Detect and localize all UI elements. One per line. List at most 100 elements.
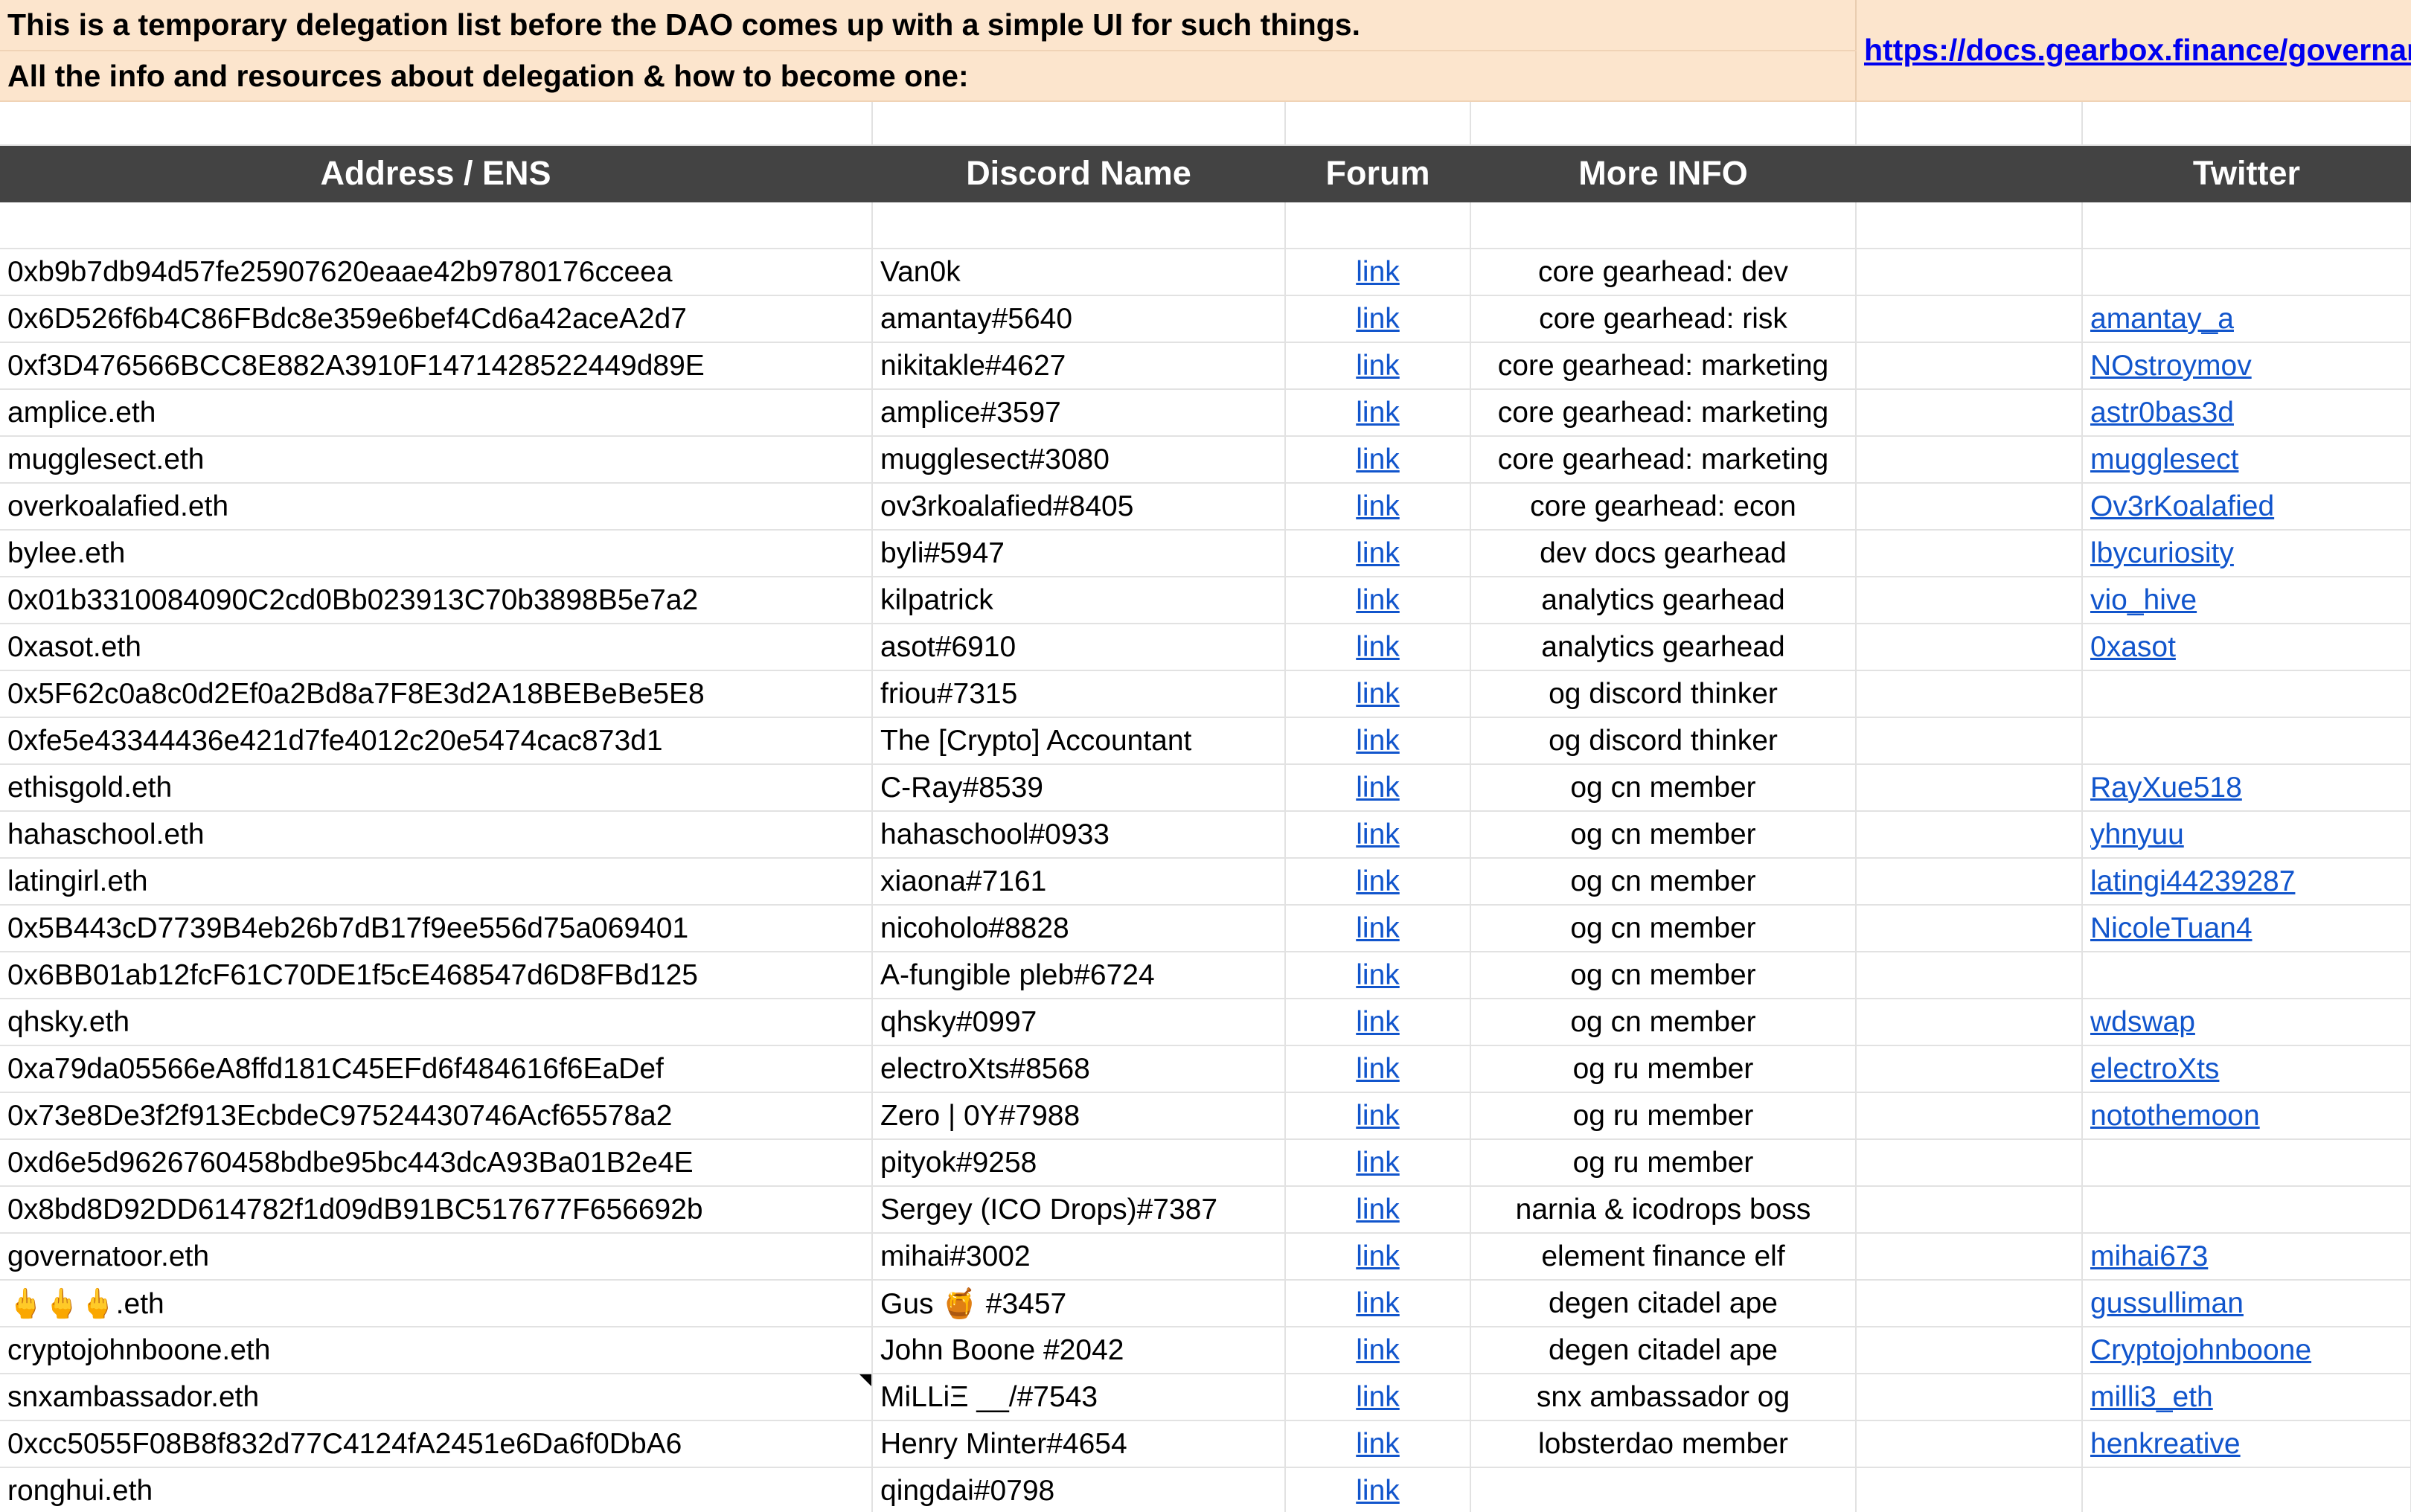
address-cell[interactable]: 🖕🖕🖕.eth [0, 1280, 873, 1327]
forum-cell[interactable]: link [1285, 1186, 1471, 1234]
twitter-cell[interactable]: RayXue518 [2082, 764, 2411, 812]
table-row[interactable]: 0xa79da05566eA8ffd181C45EFd6f484616f6EaD… [0, 1045, 2411, 1093]
twitter-cell[interactable]: henkreative [2082, 1420, 2411, 1468]
twitter-cell-link[interactable]: wdswap [2090, 1006, 2195, 1038]
twitter-cell[interactable]: astr0bas3d [2082, 389, 2411, 437]
table-row[interactable]: 0x6BB01ab12fcF61C70DE1f5cE468547d6D8FBd1… [0, 952, 2411, 999]
more-info-cell[interactable]: element finance elf [1470, 1233, 1857, 1281]
extra-cell[interactable] [1856, 1467, 2083, 1512]
forum-cell-link[interactable]: link [1356, 725, 1400, 757]
table-row[interactable]: 0x5B443cD7739B4eb26b7dB17f9ee556d75a0694… [0, 905, 2411, 952]
forum-cell[interactable]: link [1285, 436, 1471, 484]
table-row[interactable]: 0xd6e5d9626760458bdbe95bc443dcA93Ba01B2e… [0, 1139, 2411, 1187]
forum-cell-link[interactable]: link [1356, 959, 1400, 991]
discord-cell[interactable]: Gus 🍯 #3457 [872, 1280, 1286, 1327]
forum-cell[interactable]: link [1285, 483, 1471, 531]
header-extra[interactable] [1856, 145, 2083, 202]
address-cell[interactable]: 0x01b3310084090C2cd0Bb023913C70b3898B5e7… [0, 577, 873, 624]
discord-cell[interactable]: kilpatrick [872, 577, 1286, 624]
more-info-cell[interactable]: core gearhead: marketing [1470, 436, 1857, 484]
twitter-cell[interactable]: electroXts [2082, 1045, 2411, 1093]
twitter-cell[interactable]: Ov3rKoalafied [2082, 483, 2411, 531]
more-info-cell[interactable]: narnia & icodrops boss [1470, 1186, 1857, 1234]
forum-cell[interactable]: link [1285, 1092, 1471, 1140]
table-row[interactable]: 0x01b3310084090C2cd0Bb023913C70b3898B5e7… [0, 577, 2411, 624]
twitter-cell-link[interactable]: lbycuriosity [2090, 537, 2234, 569]
empty-cell[interactable] [872, 101, 1286, 146]
twitter-cell[interactable]: NOstroymov [2082, 342, 2411, 390]
forum-cell-link[interactable]: link [1356, 1053, 1400, 1085]
address-cell[interactable]: ronghui.eth [0, 1467, 873, 1512]
forum-cell[interactable]: link [1285, 1467, 1471, 1512]
forum-cell[interactable]: link [1285, 389, 1471, 437]
extra-cell[interactable] [1856, 577, 2083, 624]
forum-cell-link[interactable]: link [1356, 537, 1400, 569]
forum-cell[interactable]: link [1285, 1420, 1471, 1468]
header-discord[interactable]: Discord Name [872, 145, 1286, 202]
twitter-cell-link[interactable]: Cryptojohnboone [2090, 1334, 2311, 1366]
extra-cell[interactable] [1856, 811, 2083, 859]
address-cell[interactable]: 0xa79da05566eA8ffd181C45EFd6f484616f6EaD… [0, 1045, 873, 1093]
discord-cell[interactable]: C-Ray#8539 [872, 764, 1286, 812]
twitter-cell[interactable]: yhnyuu [2082, 811, 2411, 859]
forum-cell-link[interactable]: link [1356, 819, 1400, 850]
forum-cell[interactable]: link [1285, 249, 1471, 296]
discord-cell[interactable]: qhsky#0997 [872, 999, 1286, 1046]
extra-cell[interactable] [1856, 483, 2083, 531]
more-info-cell[interactable]: analytics gearhead [1470, 624, 1857, 671]
twitter-cell-link[interactable]: amantay_a [2090, 303, 2234, 335]
forum-cell-link[interactable]: link [1356, 912, 1400, 944]
extra-cell[interactable] [1856, 670, 2083, 718]
table-row[interactable]: latingirl.eth xiaona#7161 link og cn member… [0, 858, 2411, 906]
table-row[interactable]: 0xfe5e43344436e421d7fe4012c20e5474cac873… [0, 717, 2411, 765]
extra-cell[interactable] [1856, 530, 2083, 577]
extra-cell[interactable] [1856, 1139, 2083, 1187]
twitter-cell[interactable] [2082, 1467, 2411, 1512]
comment-indicator-icon[interactable] [859, 1374, 871, 1386]
forum-cell[interactable]: link [1285, 670, 1471, 718]
address-cell[interactable]: 0xasot.eth [0, 624, 873, 671]
address-cell[interactable]: latingirl.eth [0, 858, 873, 906]
forum-cell-link[interactable]: link [1356, 256, 1400, 288]
twitter-cell[interactable]: 0xasot [2082, 624, 2411, 671]
more-info-cell[interactable]: degen citadel ape [1470, 1327, 1857, 1374]
twitter-cell-link[interactable]: NOstroymov [2090, 350, 2252, 382]
address-cell[interactable]: 0x5F62c0a8c0d2Ef0a2Bd8a7F8E3d2A18BEBeBe5… [0, 670, 873, 718]
twitter-cell-link[interactable]: milli3_eth [2090, 1381, 2213, 1413]
more-info-cell[interactable]: core gearhead: marketing [1470, 389, 1857, 437]
forum-cell-link[interactable]: link [1356, 350, 1400, 382]
discord-cell[interactable]: pityok#9258 [872, 1139, 1286, 1187]
header-address[interactable]: Address / ENS [0, 145, 873, 202]
forum-cell[interactable]: link [1285, 295, 1471, 343]
forum-cell[interactable]: link [1285, 764, 1471, 812]
forum-cell-link[interactable]: link [1356, 865, 1400, 897]
twitter-cell-link[interactable]: notothemoon [2090, 1100, 2260, 1132]
extra-cell[interactable] [1856, 389, 2083, 437]
twitter-cell[interactable]: mihai673 [2082, 1233, 2411, 1281]
forum-cell-link[interactable]: link [1356, 1287, 1400, 1319]
extra-cell[interactable] [1856, 858, 2083, 906]
docs-link-cell[interactable]: https://docs.gearbox.finance/governance/… [1855, 0, 2411, 102]
discord-cell[interactable]: nicoholo#8828 [872, 905, 1286, 952]
table-row[interactable]: amplice.eth amplice#3597 link core gearhead… [0, 389, 2411, 437]
table-row[interactable]: qhsky.eth qhsky#0997 link og cn member wdswa… [0, 999, 2411, 1046]
address-cell[interactable]: 0xfe5e43344436e421d7fe4012c20e5474cac873… [0, 717, 873, 765]
discord-cell[interactable]: A-fungible pleb#6724 [872, 952, 1286, 999]
empty-cell[interactable] [2082, 202, 2411, 249]
discord-cell[interactable]: hahaschool#0933 [872, 811, 1286, 859]
twitter-cell[interactable]: wdswap [2082, 999, 2411, 1046]
table-row[interactable]: hahaschool.eth hahaschool#0933 link og cn m… [0, 811, 2411, 859]
forum-cell-link[interactable]: link [1356, 678, 1400, 710]
empty-cell[interactable] [1470, 101, 1857, 146]
discord-cell[interactable]: mihai#3002 [872, 1233, 1286, 1281]
extra-cell[interactable] [1856, 1374, 2083, 1421]
more-info-cell[interactable]: og cn member [1470, 905, 1857, 952]
discord-cell[interactable]: Henry Minter#4654 [872, 1420, 1286, 1468]
table-row[interactable]: 🖕🖕🖕.eth Gus 🍯 #3457 link degen citadel ape g… [0, 1280, 2411, 1327]
table-row[interactable]: 0xasot.eth asot#6910 link analytics gearhea… [0, 624, 2411, 671]
empty-cell[interactable] [1470, 202, 1857, 249]
more-info-cell[interactable]: core gearhead: econ [1470, 483, 1857, 531]
twitter-cell-link[interactable]: mihai673 [2090, 1240, 2208, 1272]
twitter-cell-link[interactable]: gussulliman [2090, 1287, 2244, 1319]
extra-cell[interactable] [1856, 1045, 2083, 1093]
